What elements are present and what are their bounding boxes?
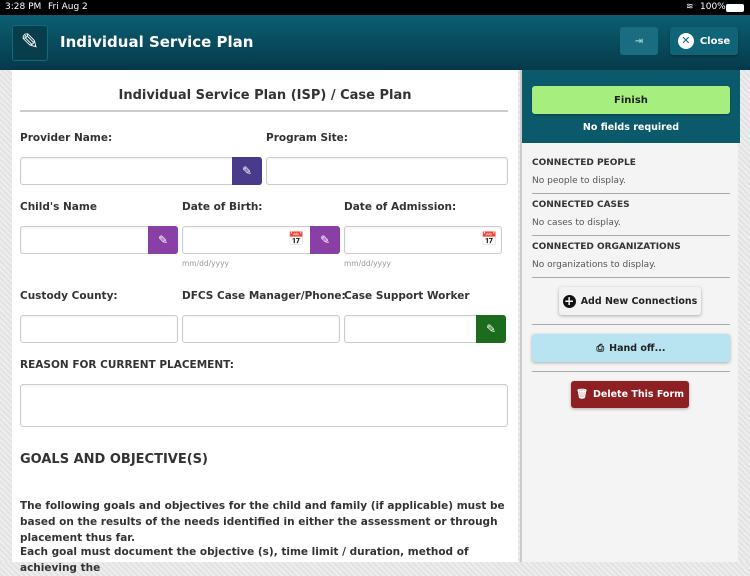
program-site-label: Program Site: [266, 132, 348, 144]
provider-name-input[interactable] [20, 157, 262, 185]
goals-paragraph-2: Each goal must document the objective (s… [20, 546, 469, 574]
required-status: No fields required [582, 122, 680, 133]
case-support-lookup-button[interactable]: ✎ [476, 315, 506, 343]
close-label: Close [699, 35, 731, 47]
divider [532, 371, 730, 372]
trash-icon: 🗑 [575, 389, 589, 400]
signature-icon: ✎ [319, 233, 331, 247]
hand-off-icon: ⎙ [596, 342, 605, 354]
admission-label: Date of Admission: [344, 201, 457, 213]
form-edit-icon: ✎ [12, 25, 48, 61]
hand-off-button[interactable]: ⎙ Hand off... [532, 334, 730, 362]
battery-icon [726, 4, 744, 12]
connected-people-empty: No people to display. [532, 176, 626, 186]
admission-input[interactable] [344, 226, 502, 254]
goals-heading: GOALS AND OBJECTIVE(S) [20, 452, 208, 467]
custody-county-input[interactable] [20, 315, 178, 343]
close-icon: ✕ [677, 33, 694, 49]
hand-off-label: Hand off... [609, 342, 666, 354]
calendar-icon[interactable]: 📅 [288, 232, 304, 247]
sidebar-actions: Finish No fields required [522, 70, 740, 143]
dob-label: Date of Birth: [182, 201, 263, 213]
divider [20, 110, 508, 112]
form-panel: Individual Service Plan (ISP) / Case Pla… [12, 70, 518, 574]
exit-icon: ⇥ [634, 35, 644, 47]
connected-cases-empty: No cases to display. [532, 218, 621, 228]
divider [532, 193, 730, 194]
case-support-label: Case Support Worker [344, 290, 470, 302]
battery-level: 100% [700, 2, 726, 12]
custody-county-label: Custody County: [20, 290, 118, 302]
program-site-input[interactable] [266, 157, 508, 185]
dfcs-manager-input[interactable] [182, 315, 340, 343]
status-bar: 3:28 PM Fri Aug 2 ≋ 100% [0, 0, 750, 15]
connected-cases-heading: CONNECTED CASES [532, 200, 630, 210]
dob-hint: mm/dd/yyyy [182, 259, 229, 268]
signature-icon: ✎ [157, 233, 169, 247]
status-date: Fri Aug 2 [48, 2, 88, 12]
divider [532, 324, 730, 325]
signature-icon: ✎ [485, 322, 497, 336]
close-button[interactable]: ✕ Close [670, 27, 738, 55]
childs-name-lookup-button[interactable]: ✎ [148, 226, 178, 254]
connected-orgs-empty: No organizations to display. [532, 260, 657, 270]
exit-button[interactable]: ⇥ [620, 27, 658, 55]
connected-people-heading: CONNECTED PEOPLE [532, 158, 636, 168]
plus-icon: + [562, 293, 576, 308]
sidebar: Finish No fields required CONNECTED PEOP… [520, 70, 740, 562]
add-connections-button[interactable]: + Add New Connections [559, 287, 701, 315]
add-connections-label: Add New Connections [580, 295, 698, 307]
reason-label: REASON FOR CURRENT PLACEMENT: [20, 359, 234, 371]
goals-paragraph: The following goals and objectives for t… [20, 500, 505, 544]
wifi-icon: ≋ [686, 2, 694, 12]
finish-button[interactable]: Finish [532, 86, 730, 114]
provider-lookup-button[interactable]: ✎ [232, 157, 262, 185]
delete-form-label: Delete This Form [593, 389, 685, 400]
app-header: ✎ Individual Service Plan ⇥ ✕ Close [0, 15, 750, 70]
childs-name-label: Child's Name [20, 201, 97, 213]
connected-orgs-heading: CONNECTED ORGANIZATIONS [532, 242, 681, 252]
signature-icon: ✎ [241, 164, 253, 178]
admission-hint: mm/dd/yyyy [344, 259, 391, 268]
provider-name-label: Provider Name: [20, 132, 113, 144]
calendar-icon[interactable]: 📅 [481, 232, 497, 247]
dob-lookup-button[interactable]: ✎ [310, 226, 340, 254]
form-title: Individual Service Plan (ISP) / Case Pla… [118, 88, 412, 103]
divider [532, 235, 730, 236]
delete-form-button[interactable]: 🗑 Delete This Form [571, 381, 689, 408]
status-time: 3:28 PM [5, 2, 42, 12]
dfcs-manager-label: DFCS Case Manager/Phone: [182, 290, 346, 302]
divider [532, 277, 730, 278]
reason-input[interactable] [20, 384, 508, 427]
page-title: Individual Service Plan [60, 33, 254, 51]
